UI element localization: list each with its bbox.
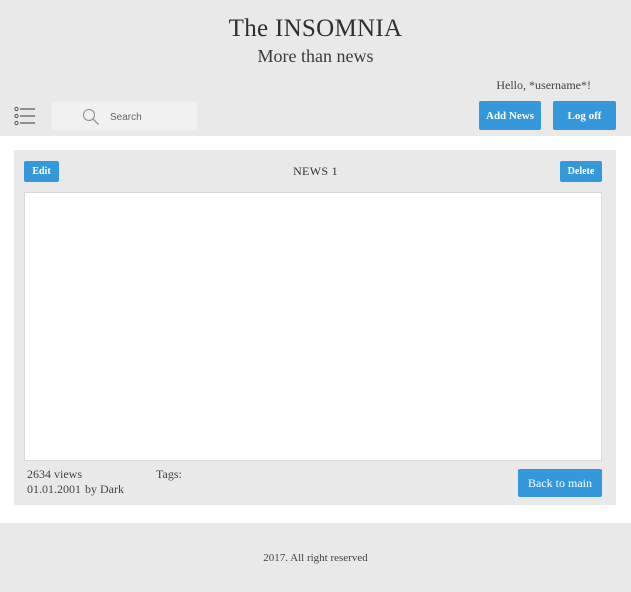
tags-label: Tags: [156, 467, 182, 481]
add-news-button[interactable]: Add News [479, 101, 541, 130]
search-icon[interactable] [82, 108, 100, 126]
site-subtitle: More than news [257, 46, 374, 66]
search-box [51, 101, 198, 131]
news-meta: 01.01.2001 by Dark [27, 482, 124, 497]
news-content-area [24, 192, 602, 461]
delete-button[interactable]: Delete [560, 161, 602, 182]
back-to-main-button[interactable]: Back to main [518, 469, 602, 497]
site-title: The INSOMNIA [228, 15, 403, 42]
news-title: NEWS 1 [293, 164, 338, 178]
news-date: 01.01.2001 [27, 482, 81, 496]
search-input[interactable] [110, 109, 195, 125]
news-author: by Dark [85, 482, 124, 496]
views-count: 2634 views [27, 467, 82, 481]
site-header: The INSOMNIA More than news Hello, *user… [0, 0, 631, 136]
list-menu-icon[interactable] [14, 106, 36, 126]
log-off-button[interactable]: Log off [553, 101, 616, 130]
user-greeting: Hello, *username*! [496, 78, 591, 92]
copyright-text: 2017. All right reserved [263, 552, 368, 564]
